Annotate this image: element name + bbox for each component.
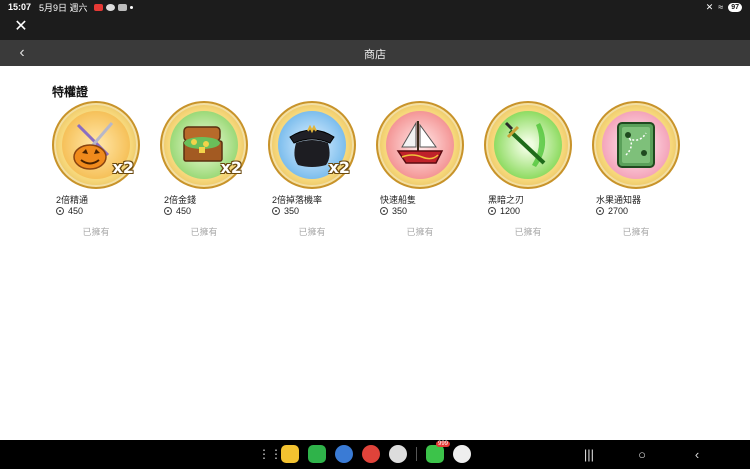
owned-label: 已擁有 — [622, 227, 650, 237]
system-navbar: ⋮⋮⋮ 999 ||| ○ ‹ — [0, 440, 750, 469]
item-name: 2倍金錢 — [164, 195, 197, 205]
item-medal: x2 — [268, 101, 356, 189]
section-title: 特權證 — [52, 85, 89, 99]
more-dot-icon — [129, 5, 133, 9]
close-button[interactable]: ✕ — [12, 18, 30, 36]
contacts-app-icon[interactable] — [362, 445, 380, 463]
youtube-icon — [93, 3, 103, 11]
item-medal — [484, 101, 572, 189]
item-medal: x2 — [52, 101, 140, 189]
mute-icon: ✕ — [705, 1, 714, 12]
camera-app-icon[interactable] — [389, 445, 407, 463]
notification-icons — [93, 3, 133, 11]
multiplier-label: x2 — [220, 158, 242, 177]
taskbar-divider — [416, 447, 417, 461]
status-time: 15:07 — [8, 2, 32, 12]
item-medal — [376, 101, 464, 189]
taskbar-apps: ⋮⋮⋮ 999 — [258, 441, 471, 463]
mail-icon — [117, 3, 127, 11]
chrome-app-icon[interactable] — [453, 445, 471, 463]
files-app-icon[interactable] — [281, 445, 299, 463]
status-date: 5月9日 週六 — [39, 2, 88, 13]
item-price: 2700 — [596, 206, 628, 216]
item-name: 2倍精通 — [56, 195, 89, 205]
shop-item[interactable]: 黑暗之刃 1200 已擁有 — [484, 101, 592, 241]
owned-label: 已擁有 — [514, 227, 542, 237]
item-price: 450 — [56, 206, 83, 216]
item-name: 快速船隻 — [380, 195, 417, 205]
item-name: 黑暗之刃 — [488, 195, 525, 205]
shop-item[interactable]: x2 2倍金錢 450 已擁有 — [160, 101, 268, 241]
coin-icon — [380, 207, 388, 215]
coin-icon — [596, 207, 604, 215]
item-price: 1200 — [488, 206, 520, 216]
battery-icon: 97 — [728, 2, 742, 12]
coin-icon — [272, 207, 280, 215]
price-value: 450 — [68, 206, 84, 216]
line-app-icon[interactable]: 999 — [426, 441, 450, 463]
coin-icon — [164, 207, 172, 215]
phone-app-icon[interactable] — [308, 445, 326, 463]
fruit-notifier-icon — [602, 111, 670, 179]
coin-icon — [488, 207, 496, 215]
item-name: 水果通知器 — [596, 195, 642, 205]
ship-icon — [386, 111, 454, 179]
owned-label: 已擁有 — [298, 227, 326, 237]
status-bar: 15:07 5月9日 週六 ✕ ≈ 97 — [0, 0, 750, 14]
status-right: ✕ ≈ 97 — [706, 2, 742, 13]
shop-item[interactable]: 水果通知器 2700 已擁有 — [592, 101, 700, 241]
title-bar: ‹ 商店 — [0, 40, 750, 66]
shop-item[interactable]: 快速船隻 350 已擁有 — [376, 101, 484, 241]
item-price: 350 — [380, 206, 407, 216]
shop-item[interactable]: x2 2倍精通 450 已擁有 — [52, 101, 160, 241]
multiplier-label: x2 — [112, 158, 134, 177]
page-title: 商店 — [364, 49, 386, 61]
item-list: x2 2倍精通 450 已擁有 x2 2倍金錢 450 已擁有 x2 2倍掉落機… — [52, 101, 700, 241]
price-value: 450 — [176, 206, 192, 216]
notification-badge: 999 — [435, 441, 450, 447]
close-bar: ✕ — [0, 14, 750, 40]
dark-blade-icon — [494, 111, 562, 179]
owned-label: 已擁有 — [406, 227, 434, 237]
back-nav-button[interactable]: ‹ — [688, 446, 706, 464]
item-price: 350 — [272, 206, 299, 216]
app-drawer-icon[interactable]: ⋮⋮⋮ — [258, 447, 294, 461]
item-price: 450 — [164, 206, 191, 216]
chat-icon — [105, 3, 115, 11]
price-value: 350 — [284, 206, 300, 216]
recents-button[interactable]: ||| — [580, 446, 598, 464]
messages-app-icon[interactable] — [335, 445, 353, 463]
item-name: 2倍掉落機率 — [272, 195, 323, 205]
item-medal: x2 — [160, 101, 248, 189]
multiplier-label: x2 — [328, 158, 350, 177]
price-value: 350 — [392, 206, 408, 216]
coin-icon — [56, 207, 64, 215]
owned-label: 已擁有 — [190, 227, 218, 237]
price-value: 1200 — [500, 206, 521, 216]
wifi-icon: ≈ — [718, 2, 724, 12]
owned-label: 已擁有 — [82, 227, 110, 237]
item-medal — [592, 101, 680, 189]
shop-item[interactable]: x2 2倍掉落機率 350 已擁有 — [268, 101, 376, 241]
price-value: 2700 — [608, 206, 629, 216]
home-button[interactable]: ○ — [633, 446, 651, 464]
